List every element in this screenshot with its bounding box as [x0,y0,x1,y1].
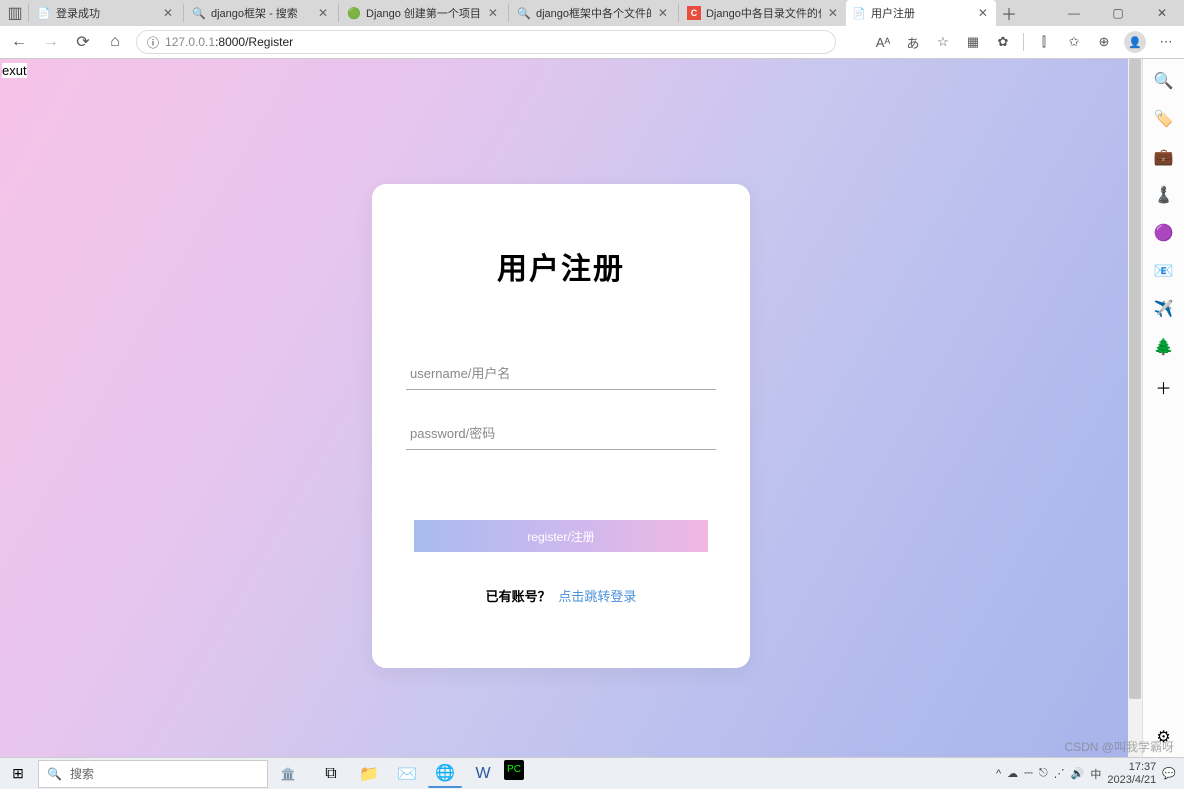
csdn-icon: C [687,6,701,20]
sidebar-shopping-icon[interactable]: 🏷️ [1154,109,1174,129]
scrollbar-thumb[interactable] [1129,59,1141,699]
pycharm-icon[interactable]: PC [504,760,524,780]
profile-avatar[interactable]: 👤 [1124,31,1146,53]
address-bar: ← → ⟳ ⌂ ⓘ 127.0.0.1:8000/Register Aᴬ あ ☆… [0,26,1184,58]
watermark: CSDN @叫我学霸呀 [1064,738,1174,755]
favorite-icon[interactable]: ☆ [933,32,953,52]
back-button[interactable]: ← [8,31,30,53]
explorer-icon[interactable]: 📁 [352,760,386,788]
onedrive-icon[interactable]: ☁ [1007,767,1018,780]
more-icon[interactable]: ⋯ [1156,32,1176,52]
register-button[interactable]: register/注册 [414,520,708,552]
sidebar-tree-icon[interactable]: 🌲 [1154,337,1174,357]
sidebar-tools-icon[interactable]: 💼 [1154,147,1174,167]
extension2-icon[interactable]: ✿ [993,32,1013,52]
password-input[interactable] [406,418,716,450]
page-icon: 📄 [852,6,866,20]
close-window-button[interactable]: ✕ [1140,0,1184,26]
extension-icon[interactable]: ▦ [963,32,983,52]
window-controls: — ▢ ✕ [1052,0,1184,26]
tab-1[interactable]: 🔍 django框架 - 搜索 ✕ [186,0,336,26]
notifications-icon[interactable]: 💬 [1162,767,1176,780]
time: 17:37 [1107,761,1156,773]
username-input[interactable] [406,358,716,390]
tab-title: django框架中各个文件的 [536,5,651,21]
edge-sidebar: 🔍 🏷️ 💼 ♟️ 🟣 📧 ✈️ 🌲 ＋ ⚙ [1142,59,1184,759]
tab-4[interactable]: C Django中各目录文件的作 ✕ [681,0,846,26]
url-input[interactable]: ⓘ 127.0.0.1:8000/Register [136,30,836,54]
django-icon: 🟢 [347,6,361,20]
tab-5-active[interactable]: 📄 用户注册 ✕ [846,0,996,26]
site-info-icon[interactable]: ⓘ [147,34,159,51]
page-title: 用户注册 [497,244,625,288]
maximize-button[interactable]: ▢ [1096,0,1140,26]
tab-3[interactable]: 🔍 django框架中各个文件的 ✕ [511,0,676,26]
taskbar-search[interactable]: 🔍 搜索 [38,760,268,788]
split-screen-icon[interactable]: ⫿ [1034,32,1054,52]
viewport: exut 用户注册 register/注册 已有账号？ 点击跳转登录 🔍 🏷️ … [0,59,1184,759]
tab-0[interactable]: 📄 登录成功 ✕ [31,0,181,26]
tray-chevron-icon[interactable]: ^ [996,768,1001,780]
minimize-button[interactable]: — [1052,0,1096,26]
have-account-label: 已有账号？ [486,589,551,604]
stray-text: exut [2,63,27,78]
close-icon[interactable]: ✕ [161,6,175,20]
home-button[interactable]: ⌂ [104,31,126,53]
wifi-icon[interactable]: ⋰ [1054,767,1065,780]
word-icon[interactable]: W [466,760,500,788]
sidebar-add-icon[interactable]: ＋ [1155,375,1171,399]
clock[interactable]: 17:37 2023/4/21 [1107,761,1156,785]
new-tab-button[interactable]: ＋ [996,1,1022,25]
search-icon: 🔍 [517,6,531,20]
mail-icon[interactable]: ✉️ [390,760,424,788]
url-path: :8000/Register [215,35,293,49]
goto-login-link[interactable]: 点击跳转登录 [558,589,636,604]
close-icon[interactable]: ✕ [976,6,990,20]
system-tray: ^ ☁ ⎓ ⎋ ⋰ 🔊 中 17:37 2023/4/21 💬 [996,761,1184,785]
search-icon: 🔍 [192,6,206,20]
start-button[interactable]: ⊞ [0,765,36,782]
close-icon[interactable]: ✕ [656,6,670,20]
reload-button[interactable]: ⟳ [72,31,94,53]
page-icon: 📄 [37,6,51,20]
volume-icon[interactable]: 🔊 [1071,767,1085,780]
translate-icon[interactable]: あ [903,32,923,52]
tab-title: Django 创建第一个项目 [366,5,481,21]
browser-chrome: ▥ 📄 登录成功 ✕ 🔍 django框架 - 搜索 ✕ 🟢 Django 创建… [0,0,1184,59]
taskbar: ⊞ 🔍 搜索 🏛️ ⧉ 📁 ✉️ 🌐 W PC ^ ☁ ⎓ ⎋ ⋰ 🔊 中 17… [0,757,1184,789]
date: 2023/4/21 [1107,774,1156,786]
sidebar-outlook-icon[interactable]: 📧 [1154,261,1174,281]
collections-icon[interactable]: ⊕ [1094,32,1114,52]
network-icon[interactable]: ⎋ [1039,767,1048,780]
page-content: exut 用户注册 register/注册 已有账号？ 点击跳转登录 [0,59,1142,759]
ime-icon[interactable]: 中 [1090,766,1101,782]
tab-bar: ▥ 📄 登录成功 ✕ 🔍 django框架 - 搜索 ✕ 🟢 Django 创建… [0,0,1184,26]
close-icon[interactable]: ✕ [486,6,500,20]
weather-widget[interactable]: 🏛️ [268,760,308,788]
url-host: 127.0.0.1 [165,35,215,49]
tab-title: django框架 - 搜索 [211,5,311,21]
close-icon[interactable]: ✕ [316,6,330,20]
sidebar-games-icon[interactable]: ♟️ [1154,185,1174,205]
tab-title: 用户注册 [871,5,971,21]
search-icon: 🔍 [47,767,62,781]
search-placeholder: 搜索 [70,765,94,782]
sidebar-telegram-icon[interactable]: ✈️ [1154,299,1174,319]
scrollbar[interactable] [1128,59,1142,759]
sidebar-office-icon[interactable]: 🟣 [1154,223,1174,243]
task-view-icon[interactable]: ⧉ [314,760,348,788]
forward-button: → [40,31,62,53]
read-aloud-icon[interactable]: Aᴬ [873,32,893,52]
sidebar-search-icon[interactable]: 🔍 [1154,71,1174,91]
login-prompt: 已有账号？ 点击跳转登录 [486,586,637,605]
register-card: 用户注册 register/注册 已有账号？ 点击跳转登录 [372,184,750,668]
edge-icon[interactable]: 🌐 [428,760,462,788]
favorites-icon[interactable]: ✩ [1064,32,1084,52]
tab-title: 登录成功 [56,5,156,21]
tab-title: Django中各目录文件的作 [706,5,821,21]
tab-overview-icon[interactable]: ▥ [4,2,26,24]
tab-2[interactable]: 🟢 Django 创建第一个项目 ✕ [341,0,506,26]
close-icon[interactable]: ✕ [826,6,840,20]
battery-icon[interactable]: ⎓ [1024,767,1033,780]
